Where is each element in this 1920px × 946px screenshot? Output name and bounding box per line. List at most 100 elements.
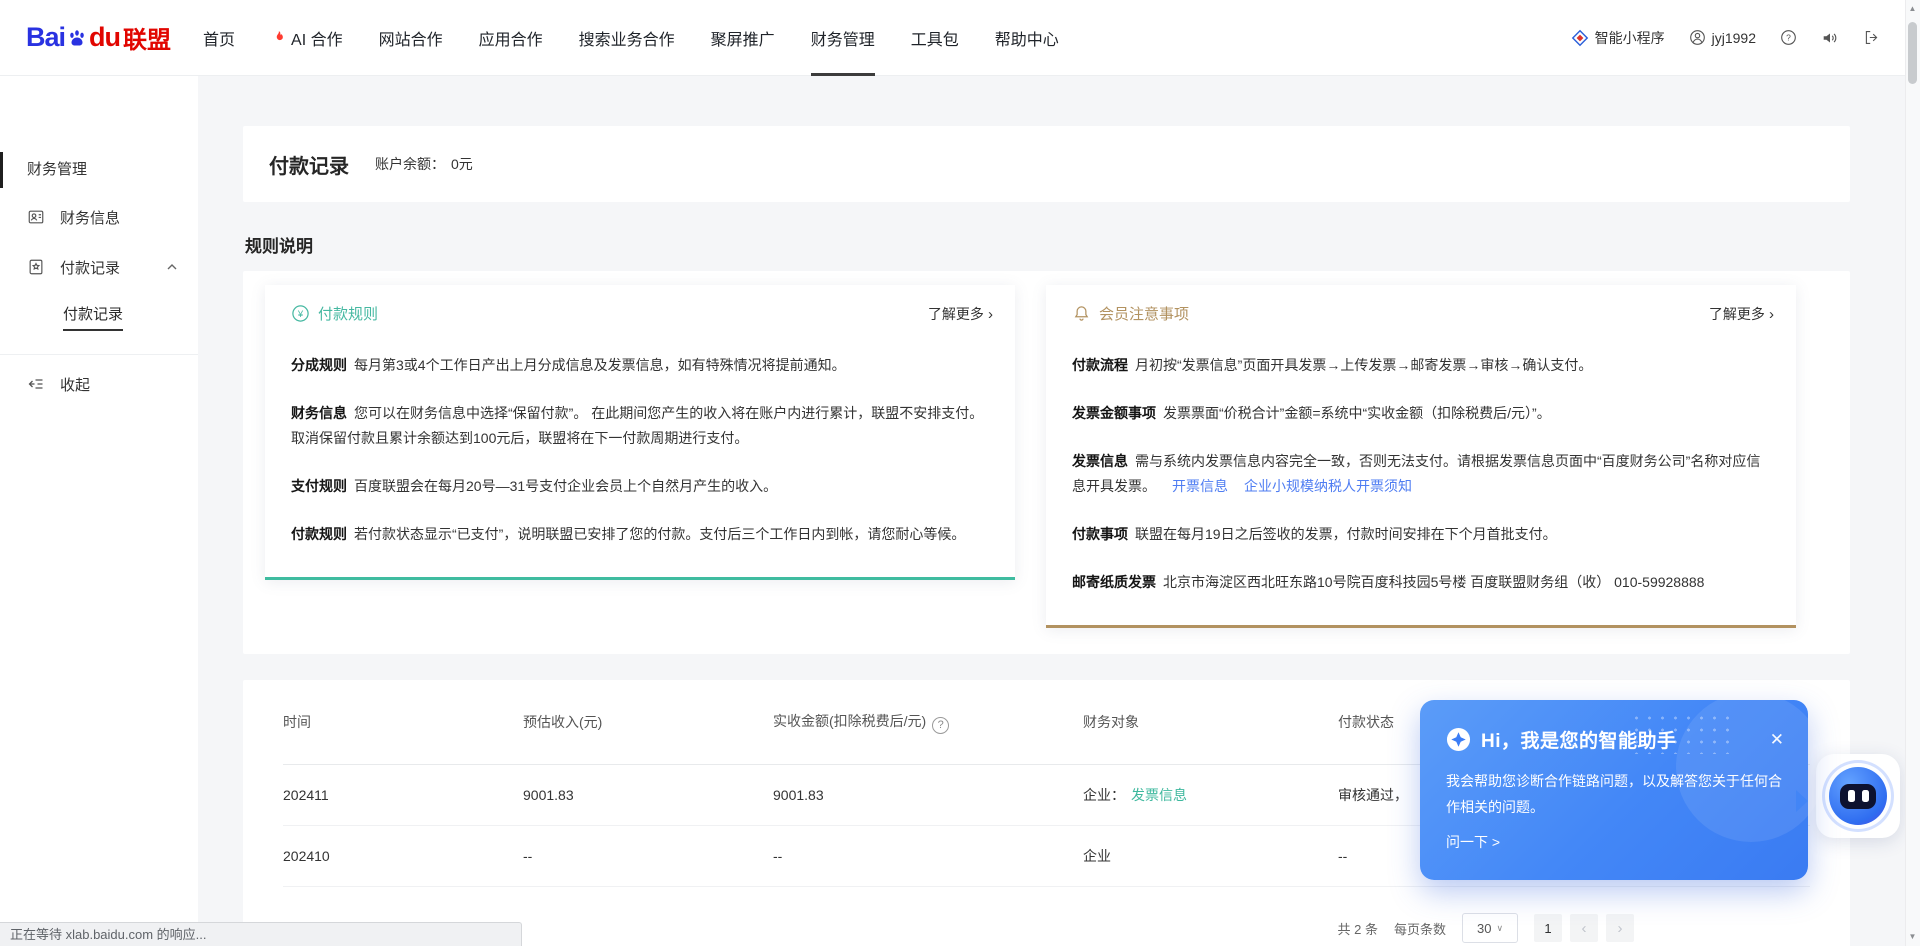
scroll-down-arrow[interactable]: ▼ [1906,930,1919,944]
user-account[interactable]: jyj1992 [1689,29,1756,46]
sidebar-item-label: 付款记录 [60,257,120,278]
rule-item-text: 联盟在每月19日之后签收的发票，付款时间安排在下个月首批支付。 [1135,526,1557,542]
page-title: 付款记录 [269,150,349,179]
nav-item-label: AI 合作 [291,26,343,50]
nav-item[interactable]: AI 合作 [271,0,343,76]
robot-eye [1862,790,1869,802]
nav-item-label: 工具包 [911,26,959,50]
sidebar-item-payment-record[interactable]: 付款记录 [0,242,198,292]
rule-item: 付款流程月初按“发票信息”页面开具发票→上传发票→邮寄发票→审核→确认支付。 [1072,353,1770,378]
miniprogram-link[interactable]: 智能小程序 [1571,28,1665,48]
close-icon[interactable]: ✕ [1770,731,1784,748]
rule-item-label: 付款规则 [291,526,347,542]
cell-estimated-income: 9001.83 [523,787,773,803]
question-circle-icon[interactable]: ? [932,717,949,734]
next-page-button[interactable]: › [1606,914,1634,942]
rule-item: 付款规则若付款状态显示“已支付”，说明联盟已安排了您的付款。支付后三个工作日内到… [291,522,989,547]
assistant-robot-button[interactable] [1816,754,1900,838]
payment-rules-box: ¥ 付款规则 了解更多 分成规则每月第3或4个工作日产出上月分成信息及发票信息，… [265,285,1015,580]
rule-item-label: 付款流程 [1072,357,1128,373]
per-page-label: 每页条数 [1394,919,1446,938]
sidebar-item-label: 财务信息 [60,207,120,228]
nav-item[interactable]: 网站合作 [379,0,443,76]
scrollbar[interactable]: ▲ ▼ [1905,0,1920,946]
rule-item-label: 发票金额事项 [1072,405,1156,421]
page-header-card: 付款记录 账户余额： 0元 [243,126,1850,202]
page-buttons: 1 ‹ › [1534,914,1634,942]
scroll-up-arrow[interactable]: ▲ [1906,2,1919,16]
sidebar: 财务管理 财务信息 付款记录 [0,76,198,946]
miniprogram-label: 智能小程序 [1595,28,1665,48]
scrollbar-thumb[interactable] [1908,22,1917,84]
svg-text:?: ? [1786,33,1791,43]
browser-status-bar: 正在等待 xlab.baidu.com 的响应... [0,922,522,946]
robot-icon [1829,767,1887,825]
rule-item: 分成规则每月第3或4个工作日产出上月分成信息及发票信息，如有特殊情况将提前通知。 [291,353,989,378]
rule-item-label: 付款事项 [1072,526,1128,542]
total-count: 共 2 条 [1338,919,1378,938]
rule-inline-link[interactable]: 开票信息 [1172,478,1228,494]
rule-item-text: 发票票面“价税合计”金额=系统中“实收金额（扣除税费后/元）”。 [1163,405,1551,421]
member-notes-box: 会员注意事项 了解更多 付款流程月初按“发票信息”页面开具发票→上传发票→邮寄发… [1046,285,1796,628]
prev-page-button[interactable]: ‹ [1570,914,1598,942]
username-label: jyj1992 [1712,30,1756,46]
nav-item[interactable]: 搜索业务合作 [579,0,675,76]
miniprogram-icon [1571,29,1589,47]
assistant-title-row: Hi，我是您的智能助手 ✕ [1446,726,1784,753]
invoice-info-link[interactable]: 发票信息 [1131,787,1187,803]
flame-icon [271,29,286,46]
nav-item[interactable]: 工具包 [911,0,959,76]
assistant-popup-arrow [1796,790,1819,812]
collapse-icon [27,375,45,393]
rule-item: 发票金额事项发票票面“价税合计”金额=系统中“实收金额（扣除税费后/元）”。 [1072,401,1770,426]
account-balance: 账户余额： 0元 [375,154,473,174]
sidebar-subitem-payment-record[interactable]: 付款记录 [0,292,198,342]
page-number-button[interactable]: 1 [1534,914,1562,942]
logo-text-du: du [89,22,120,53]
member-notes-more-link[interactable]: 了解更多 [1709,304,1774,324]
nav-item[interactable]: 帮助中心 [995,0,1059,76]
sidebar-collapse-button[interactable]: 收起 [0,355,198,413]
sidebar-subitem-label: 付款记录 [63,303,123,331]
member-notes-body: 付款流程月初按“发票信息”页面开具发票→上传发票→邮寄发票→审核→确认支付。发票… [1046,326,1796,625]
rule-item-label: 财务信息 [291,405,347,421]
balance-label: 账户余额： [375,156,445,172]
rule-item-label: 支付规则 [291,478,347,494]
payment-rules-more-link[interactable]: 了解更多 [928,304,993,324]
rule-item: 邮寄纸质发票北京市海淀区西北旺东路10号院百度科技园5号楼 百度联盟财务组（收）… [1072,570,1770,595]
nav-item-label: 财务管理 [811,26,875,50]
rule-item-text: 百度联盟会在每月20号—31号支付企业会员上个自然月产生的收入。 [354,478,777,494]
column-finance-object: 财务对象 [1083,712,1338,732]
sound-button[interactable] [1821,29,1839,47]
assistant-popup: Hi，我是您的智能助手 ✕ 我会帮助您诊断合作链路问题，以及解答您关于任何合作相… [1420,700,1808,880]
cell-finance-object: 企业 [1083,846,1338,866]
nav-item[interactable]: 财务管理 [811,0,875,76]
nav-item-label: 应用合作 [479,26,543,50]
baidu-union-logo[interactable]: Bai du 联盟 [26,20,171,55]
payment-rules-body: 分成规则每月第3或4个工作日产出上月分成信息及发票信息，如有特殊情况将提前通知。… [265,326,1015,577]
balance-value: 0元 [451,156,473,172]
rules-section-title: 规则说明 [245,232,1850,257]
rule-item: 支付规则百度联盟会在每月20号—31号支付企业会员上个自然月产生的收入。 [291,474,989,499]
rule-inline-link[interactable]: 企业小规模纳税人开票须知 [1244,478,1412,494]
rule-item: 付款事项联盟在每月19日之后签收的发票，付款时间安排在下个月首批支付。 [1072,522,1770,547]
rules-card: ¥ 付款规则 了解更多 分成规则每月第3或4个工作日产出上月分成信息及发票信息，… [243,271,1850,654]
robot-eye [1848,790,1855,802]
top-nav: Bai du 联盟 首页 AI 合作 网站合作 应用合作 搜索业务合作聚屏推广 财务管理 工… [0,0,1920,76]
sidebar-item-finance-info[interactable]: 财务信息 [0,192,198,242]
member-notes-header: 会员注意事项 了解更多 [1046,285,1796,326]
compass-icon [1446,727,1471,752]
column-actual-amount: 实收金额(扣除税费后/元)? [773,711,1083,734]
nav-item[interactable]: 聚屏推广 [711,0,775,76]
nav-item[interactable]: 应用合作 [479,0,543,76]
rule-item-text: 月初按“发票信息”页面开具发票→上传发票→邮寄发票→审核→确认支付。 [1135,357,1592,373]
help-button[interactable]: ? [1780,29,1797,46]
rule-item-text: 您可以在财务信息中选择“保留付款”。 在此期间您产生的收入将在账户内进行累计，联… [291,405,983,446]
nav-item[interactable]: 首页 [203,0,235,76]
per-page-select[interactable]: 30 ∨ [1462,913,1518,943]
nav-items: 首页 AI 合作 网站合作 应用合作 搜索业务合作聚屏推广 财务管理 工具包 帮助中心 [185,0,1077,76]
sidebar-section-finance-management[interactable]: 财务管理 [0,148,198,192]
member-notes-title: 会员注意事项 [1099,303,1189,324]
nav-right: 智能小程序 jyj1992 ? [1571,28,1880,48]
logout-button[interactable] [1863,29,1880,46]
